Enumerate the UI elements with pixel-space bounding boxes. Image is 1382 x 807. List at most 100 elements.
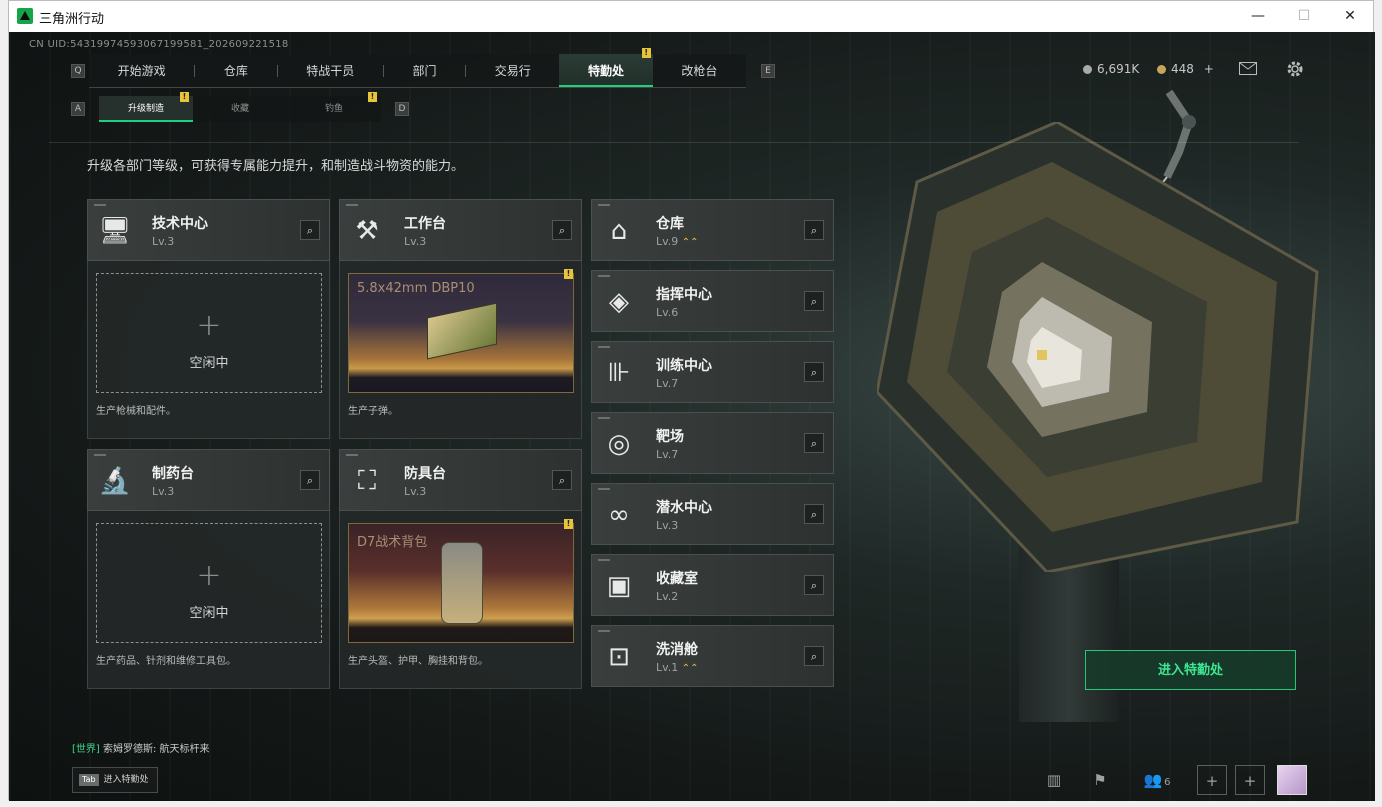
tab-hint-button[interactable]: Tab 进入特勤处: [72, 767, 158, 793]
workshop-footer: 生产头盔、护甲、胸挂和背包。: [348, 656, 488, 667]
workshop-header-armor[interactable]: ⛶ 防具台 Lv.3 ⌕: [339, 449, 582, 511]
tab-department[interactable]: 部门: [384, 54, 465, 87]
room-name: 洗消舱: [656, 642, 698, 658]
corner-deco: [598, 559, 610, 561]
subtab-fishing-label: 钓鱼: [324, 104, 343, 114]
search-icon[interactable]: ⌕: [804, 433, 824, 453]
subtab-collection[interactable]: 收藏: [193, 96, 287, 122]
search-icon[interactable]: ⌕: [300, 470, 320, 490]
add-slot-button[interactable]: +: [1235, 765, 1265, 795]
gear-icon[interactable]: [1286, 60, 1304, 78]
chat-message: 索姆罗德斯: 航天标杆来: [103, 744, 210, 755]
workshop-level: Lv.3: [404, 235, 427, 248]
upgrade-arrow-icon: ⌃⌃: [681, 237, 699, 248]
workshop-header-pharmacy[interactable]: 🔬 制药台 Lv.3 ⌕: [87, 449, 330, 511]
search-icon[interactable]: ⌕: [552, 220, 572, 240]
search-icon[interactable]: ⌕: [804, 291, 824, 311]
search-icon[interactable]: ⌕: [804, 362, 824, 382]
command-chip-icon: ◈: [609, 287, 629, 317]
close-button[interactable]: ✕: [1327, 1, 1373, 32]
workshop-level: Lv.3: [152, 485, 175, 498]
maximize-button[interactable]: ☐: [1281, 1, 1327, 32]
enter-special-ops-button[interactable]: 进入特勤处: [1085, 650, 1296, 690]
room-card-command-center[interactable]: ◈ 指挥中心 Lv.6 ⌕: [591, 270, 834, 332]
microscope-icon: 🔬: [98, 466, 132, 496]
tab-trading[interactable]: 交易行: [466, 54, 559, 87]
chat-line[interactable]: [世界] 索姆罗德斯: 航天标杆来: [72, 740, 210, 755]
cubes-icon: ⛶: [357, 466, 377, 496]
room-name: 仓库: [656, 216, 684, 232]
tab-key-hint: Tab: [79, 774, 99, 786]
add-currency-button[interactable]: +: [1204, 62, 1214, 76]
player-uid: CN UID:5431997459306719958­1_20260922151…: [29, 39, 289, 50]
subtab-upgrade-craft[interactable]: 升级制造 !: [99, 92, 193, 122]
room-card-shooting-range[interactable]: ◎ 靶场 Lv.7 ⌕: [591, 412, 834, 474]
room-card-decon-chamber[interactable]: ⊡ 洗消舱 Lv.1 ⌃⌃ ⌕: [591, 625, 834, 687]
mail-icon[interactable]: [1239, 62, 1257, 75]
ammo-box-image: [427, 302, 497, 360]
tab-operators[interactable]: 特战干员: [278, 54, 383, 87]
tab-warehouse[interactable]: 仓库: [195, 54, 276, 87]
friends-button[interactable]: 👥 6: [1139, 765, 1175, 795]
plus-icon: +: [196, 308, 222, 343]
room-card-training-center[interactable]: ⊪ 训练中心 Lv.7 ⌕: [591, 341, 834, 403]
product-name: D7战术背包: [357, 535, 428, 550]
tab-special-ops[interactable]: 特勤处 !: [559, 48, 653, 87]
bar-chart-icon[interactable]: ▥: [1039, 765, 1069, 795]
page-description: 升级各部门等级，可获得专属能力提升，和制造战斗物资的能力。: [87, 159, 465, 174]
idle-slot[interactable]: + 空闲中: [96, 273, 322, 393]
corner-deco: [598, 275, 610, 277]
search-icon[interactable]: ⌕: [804, 646, 824, 666]
game-viewport: CN UID:5431997459306719958­1_20260922151…: [9, 32, 1375, 801]
workshop-header-tech-center[interactable]: 🖥 技术中心 Lv.3 ⌕: [87, 199, 330, 261]
room-card-diving-center[interactable]: ∞ 潜水中心 Lv.3 ⌕: [591, 483, 834, 545]
workshop-footer: 生产药品、针剂和维修工具包。: [96, 656, 236, 667]
search-icon[interactable]: ⌕: [300, 220, 320, 240]
production-slot[interactable]: 5.8x42mm DBP10: [348, 273, 574, 393]
workshop-name: 技术中心: [152, 216, 208, 232]
workshop-level: Lv.3: [152, 235, 175, 248]
subtab-fishing[interactable]: 钓鱼 !: [287, 92, 381, 122]
notice-badge: !: [368, 92, 377, 102]
room-name: 潜水中心: [656, 500, 712, 516]
app-window: 三角洲行动 — ☐ ✕ CN UID:5431997459306719958­1…: [8, 0, 1375, 801]
search-icon[interactable]: ⌕: [804, 504, 824, 524]
tab-special-ops-label: 特勤处: [588, 64, 625, 78]
search-icon[interactable]: ⌕: [804, 220, 824, 240]
search-icon[interactable]: ⌕: [804, 575, 824, 595]
add-slot-button[interactable]: +: [1197, 765, 1227, 795]
corner-deco: [598, 630, 610, 632]
title-bar: 三角洲行动 — ☐ ✕: [9, 1, 1373, 32]
product-name: 5.8x42mm DBP10: [357, 281, 475, 296]
currency-silver[interactable]: 6,691K: [1083, 62, 1139, 76]
tab-start-game[interactable]: 开始游戏: [89, 54, 194, 87]
sub-nav: 升级制造 ! 收藏 钓鱼 !: [99, 92, 381, 122]
room-name: 收藏室: [656, 571, 698, 587]
room-level: Lv.1 ⌃⌃: [656, 661, 699, 674]
idle-slot[interactable]: + 空闲中: [96, 523, 322, 643]
cube-core-illustration: [877, 122, 1319, 572]
warehouse-icon: ⌂: [610, 216, 628, 246]
currency-gold[interactable]: 448 +: [1157, 62, 1214, 76]
tab-gunsmith[interactable]: 改枪台: [653, 54, 746, 87]
key-hint-d: D: [395, 102, 409, 116]
avatar[interactable]: [1277, 765, 1307, 795]
room-card-warehouse[interactable]: ⌂ 仓库 Lv.9 ⌃⌃ ⌕: [591, 199, 834, 261]
workshop-header-workbench[interactable]: ⚒ 工作台 Lv.3 ⌕: [339, 199, 582, 261]
display-case-icon: ▣: [606, 571, 632, 601]
corner-deco: [346, 204, 358, 206]
room-level-value: Lv.1: [656, 661, 679, 674]
minimize-button[interactable]: —: [1235, 1, 1281, 32]
window-title: 三角洲行动: [39, 12, 105, 27]
search-icon[interactable]: ⌕: [552, 470, 572, 490]
notice-badge: !: [641, 48, 651, 58]
upgrade-arrow-icon: ⌃⌃: [681, 663, 699, 674]
divider-line: [49, 142, 1299, 143]
flag-icon[interactable]: ⚑: [1085, 765, 1115, 795]
notice-badge: !: [564, 269, 573, 279]
notice-badge: !: [180, 92, 189, 102]
decon-chamber-icon: ⊡: [608, 642, 630, 672]
target-icon: ◎: [607, 429, 631, 459]
room-card-collection-room[interactable]: ▣ 收藏室 Lv.2 ⌕: [591, 554, 834, 616]
production-slot[interactable]: D7战术背包: [348, 523, 574, 643]
